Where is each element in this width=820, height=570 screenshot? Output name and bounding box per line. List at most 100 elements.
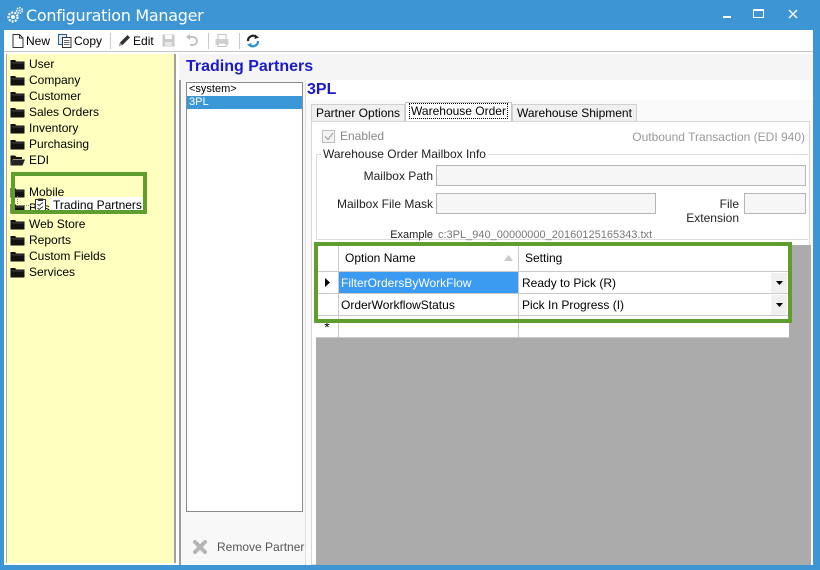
new-setting-cell[interactable] [519, 316, 789, 337]
file-extension-input[interactable] [744, 193, 806, 214]
folder-icon [10, 236, 25, 246]
minimize-icon [723, 16, 731, 18]
tree-item-company[interactable]: Company [10, 72, 80, 88]
undo-icon [185, 34, 198, 46]
chevron-down-icon [775, 302, 783, 307]
tab-warehouse-order[interactable]: Warehouse Order [405, 102, 512, 121]
setting-value: Pick In Progress (I) [522, 297, 625, 312]
partner-item-system[interactable]: <system> [187, 83, 302, 96]
tree-item-label: Customer [29, 89, 82, 103]
tree-item-sales-orders[interactable]: Sales Orders [10, 104, 99, 120]
window-title: Configuration Manager [26, 6, 204, 25]
toolbar-separator [110, 32, 112, 49]
tree-item-label: Sales Orders [29, 105, 100, 119]
print-button[interactable] [213, 31, 233, 51]
tab-strip: Partner Options Warehouse Order Warehous… [311, 102, 637, 121]
folder-icon [10, 108, 25, 118]
copy-button[interactable]: Copy [56, 31, 104, 51]
title-bar: Configuration Manager [0, 0, 820, 30]
partner-panel: <system> 3PL Remove Partner [179, 80, 306, 565]
new-document-icon [12, 33, 24, 48]
tab-partner-options[interactable]: Partner Options [311, 104, 406, 121]
folder-icon [10, 140, 25, 150]
chevron-down-icon [775, 280, 783, 285]
tree-item-label: Inventory [29, 121, 79, 135]
remove-partner-button[interactable]: Remove Partner [193, 540, 304, 554]
client-area: New Copy Edit User Company Customer Sale… [4, 30, 813, 565]
maximize-button[interactable] [742, 0, 776, 28]
mailbox-file-mask-label: Mailbox File Mask [336, 197, 433, 211]
maximize-icon [753, 9, 764, 18]
new-option-name-cell[interactable] [339, 316, 519, 337]
copy-icon [58, 33, 72, 48]
enabled-label: Enabled [340, 129, 385, 143]
save-button[interactable] [160, 31, 179, 51]
tree-item-custom-fields[interactable]: Custom Fields [10, 248, 106, 264]
tab-label: Warehouse Shipment [516, 106, 632, 120]
toolbar: New Copy Edit [4, 30, 813, 52]
folder-icon [10, 60, 25, 70]
table-row[interactable]: OrderWorkflowStatus Pick In Progress (I) [316, 294, 789, 316]
remove-partner-label: Remove Partner [217, 540, 305, 554]
toolbar-separator [207, 32, 209, 49]
gears-icon [7, 6, 24, 23]
tree-item-edi[interactable]: EDI [10, 152, 49, 168]
tree-item-reports[interactable]: Reports [10, 232, 71, 248]
file-extension-label: File Extension [686, 197, 739, 225]
folder-icon [10, 252, 25, 262]
tab-label: Warehouse Order [409, 103, 508, 119]
page-title: Trading Partners [186, 58, 314, 75]
new-label: New [26, 33, 51, 48]
close-button[interactable] [776, 0, 810, 28]
folder-icon [10, 124, 25, 134]
partner-list[interactable]: <system> 3PL [186, 82, 303, 512]
column-header-option-name[interactable]: Option Name [339, 245, 519, 271]
mailbox-path-input[interactable] [436, 165, 806, 186]
partner-item-3pl[interactable]: 3PL [187, 96, 302, 109]
options-grid-area: Option Name Setting FilterOrdersByWorkFl… [314, 242, 811, 565]
tab-warehouse-shipment[interactable]: Warehouse Shipment [511, 104, 637, 121]
navigation-tree: User Company Customer Sales Orders Inventory… [6, 54, 176, 563]
tree-item-trading-partners[interactable]: Trading Partners [17, 196, 145, 214]
enabled-checkbox[interactable] [322, 129, 335, 143]
main-panel: Trading Partners <system> 3PL Remove Par… [179, 54, 813, 565]
outbound-transaction-label: Outbound Transaction (EDI 940) [632, 130, 805, 144]
refresh-button[interactable] [244, 31, 264, 51]
close-icon [788, 9, 798, 19]
new-row-marker: * [316, 316, 339, 337]
dropdown-button[interactable] [771, 272, 787, 293]
open-folder-icon [10, 155, 25, 166]
row-indicator [316, 294, 339, 315]
tree-item-services[interactable]: Services [10, 264, 75, 280]
tree-item-purchasing[interactable]: Purchasing [10, 136, 89, 152]
mailbox-file-mask-input[interactable] [436, 193, 656, 214]
new-button[interactable]: New [10, 31, 52, 51]
column-header-setting[interactable]: Setting [519, 245, 789, 271]
setting-dropdown[interactable]: Ready to Pick (R) [519, 272, 789, 293]
warehouse-order-tab-content: Enabled Outbound Transaction (EDI 940) W… [311, 121, 811, 565]
table-row[interactable]: FilterOrdersByWorkFlow Ready to Pick (R) [316, 272, 789, 294]
pencil-icon [119, 34, 131, 46]
current-row-indicator [316, 272, 339, 293]
tab-label: Partner Options [316, 106, 401, 120]
setting-dropdown[interactable]: Pick In Progress (I) [519, 294, 789, 315]
minimize-button[interactable] [710, 0, 744, 28]
tree-item-label: Custom Fields [29, 249, 106, 263]
tree-item-web-store[interactable]: Web Store [10, 216, 85, 232]
undo-button[interactable] [183, 31, 202, 51]
dropdown-button[interactable] [771, 294, 787, 315]
tree-item-label: Reports [29, 233, 72, 247]
example-value: c:3PL_940_00000000_20160125165343.txt [438, 229, 653, 241]
option-name-cell[interactable]: FilterOrdersByWorkFlow [339, 272, 519, 293]
option-name-cell[interactable]: OrderWorkflowStatus [339, 294, 519, 315]
new-row[interactable]: * [316, 316, 789, 338]
edit-button[interactable]: Edit [115, 31, 156, 51]
tree-item-label: Purchasing [29, 137, 90, 151]
options-grid: Option Name Setting FilterOrdersByWorkFl… [316, 245, 789, 338]
enabled-row: Enabled [322, 129, 384, 143]
tree-item-user[interactable]: User [10, 56, 54, 72]
tree-item-customer[interactable]: Customer [10, 88, 81, 104]
example-label: Example [390, 229, 433, 241]
remove-x-icon [193, 540, 207, 554]
tree-item-inventory[interactable]: Inventory [10, 120, 78, 136]
